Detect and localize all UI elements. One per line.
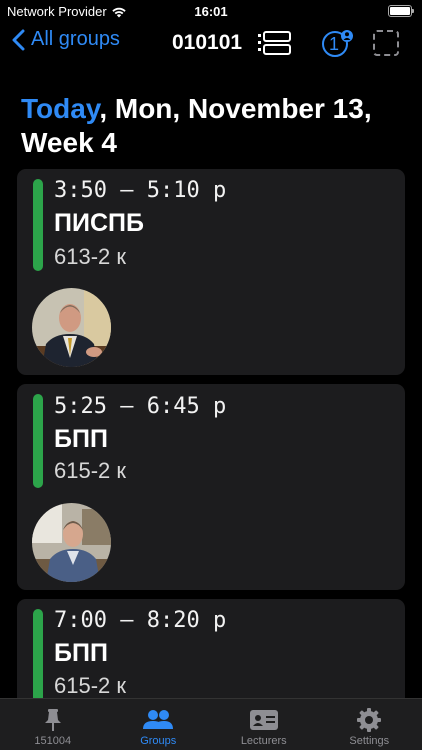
people-icon — [143, 710, 174, 729]
tab-label: 151004 — [34, 735, 72, 747]
lesson-time: 7:00 — 8:20 p — [54, 608, 227, 633]
chevron-left-icon — [12, 29, 25, 50]
gear-icon — [357, 708, 382, 732]
lecturer-avatar[interactable] — [32, 288, 111, 367]
lesson-time: 5:25 — 6:45 p — [54, 394, 227, 419]
select-icon[interactable] — [370, 28, 404, 58]
battery-icon — [388, 5, 414, 17]
nav-title: 010101 — [172, 31, 243, 54]
tab-label: Settings — [349, 735, 390, 747]
lesson-card[interactable]: 5:25 — 6:45 p БПП 615-2 к — [17, 384, 405, 590]
tab-bar: 151004 Groups Lecturers Settings — [0, 698, 422, 750]
list-view-icon[interactable] — [258, 28, 292, 58]
lesson-subject: БПП — [54, 639, 108, 667]
tab-label: Groups — [140, 735, 177, 747]
tab-lecturers[interactable]: Lecturers — [211, 699, 317, 750]
back-button-label: All groups — [31, 28, 120, 50]
lesson-room: 615-2 к — [54, 458, 127, 483]
nav-bar: All groups 010101 1 — [0, 24, 422, 64]
tab-label: Lecturers — [240, 735, 287, 747]
subgroup-badge: 1 — [329, 34, 340, 54]
lesson-subject: ПИСПБ — [54, 209, 144, 237]
lesson-type-bar — [33, 394, 43, 488]
tab-groups[interactable]: Groups — [106, 699, 212, 750]
today-label: Today — [21, 93, 100, 124]
status-bar: Network Provider 16:01 — [0, 0, 422, 24]
lesson-type-bar — [33, 609, 43, 703]
lecturer-avatar[interactable] — [32, 503, 111, 582]
subgroup-filter-button[interactable]: 1 — [320, 28, 354, 58]
lesson-card[interactable]: 3:50 — 5:10 p ПИСПБ 613-2 к — [17, 169, 405, 375]
status-time: 16:01 — [194, 4, 228, 19]
lesson-time: 3:50 — 5:10 p — [54, 178, 227, 203]
lesson-room: 613-2 к — [54, 244, 127, 269]
back-button[interactable]: All groups — [12, 28, 120, 51]
tab-settings[interactable]: Settings — [317, 699, 422, 750]
lesson-subject: БПП — [54, 425, 108, 453]
lesson-type-bar — [33, 179, 43, 271]
pin-icon — [44, 709, 61, 731]
tab-pinned-group[interactable]: 151004 — [0, 699, 106, 750]
lesson-room: 615-2 к — [54, 673, 127, 698]
date-header: Today, Mon, November 13, Week 4 — [21, 92, 411, 160]
id-card-icon — [249, 710, 278, 730]
